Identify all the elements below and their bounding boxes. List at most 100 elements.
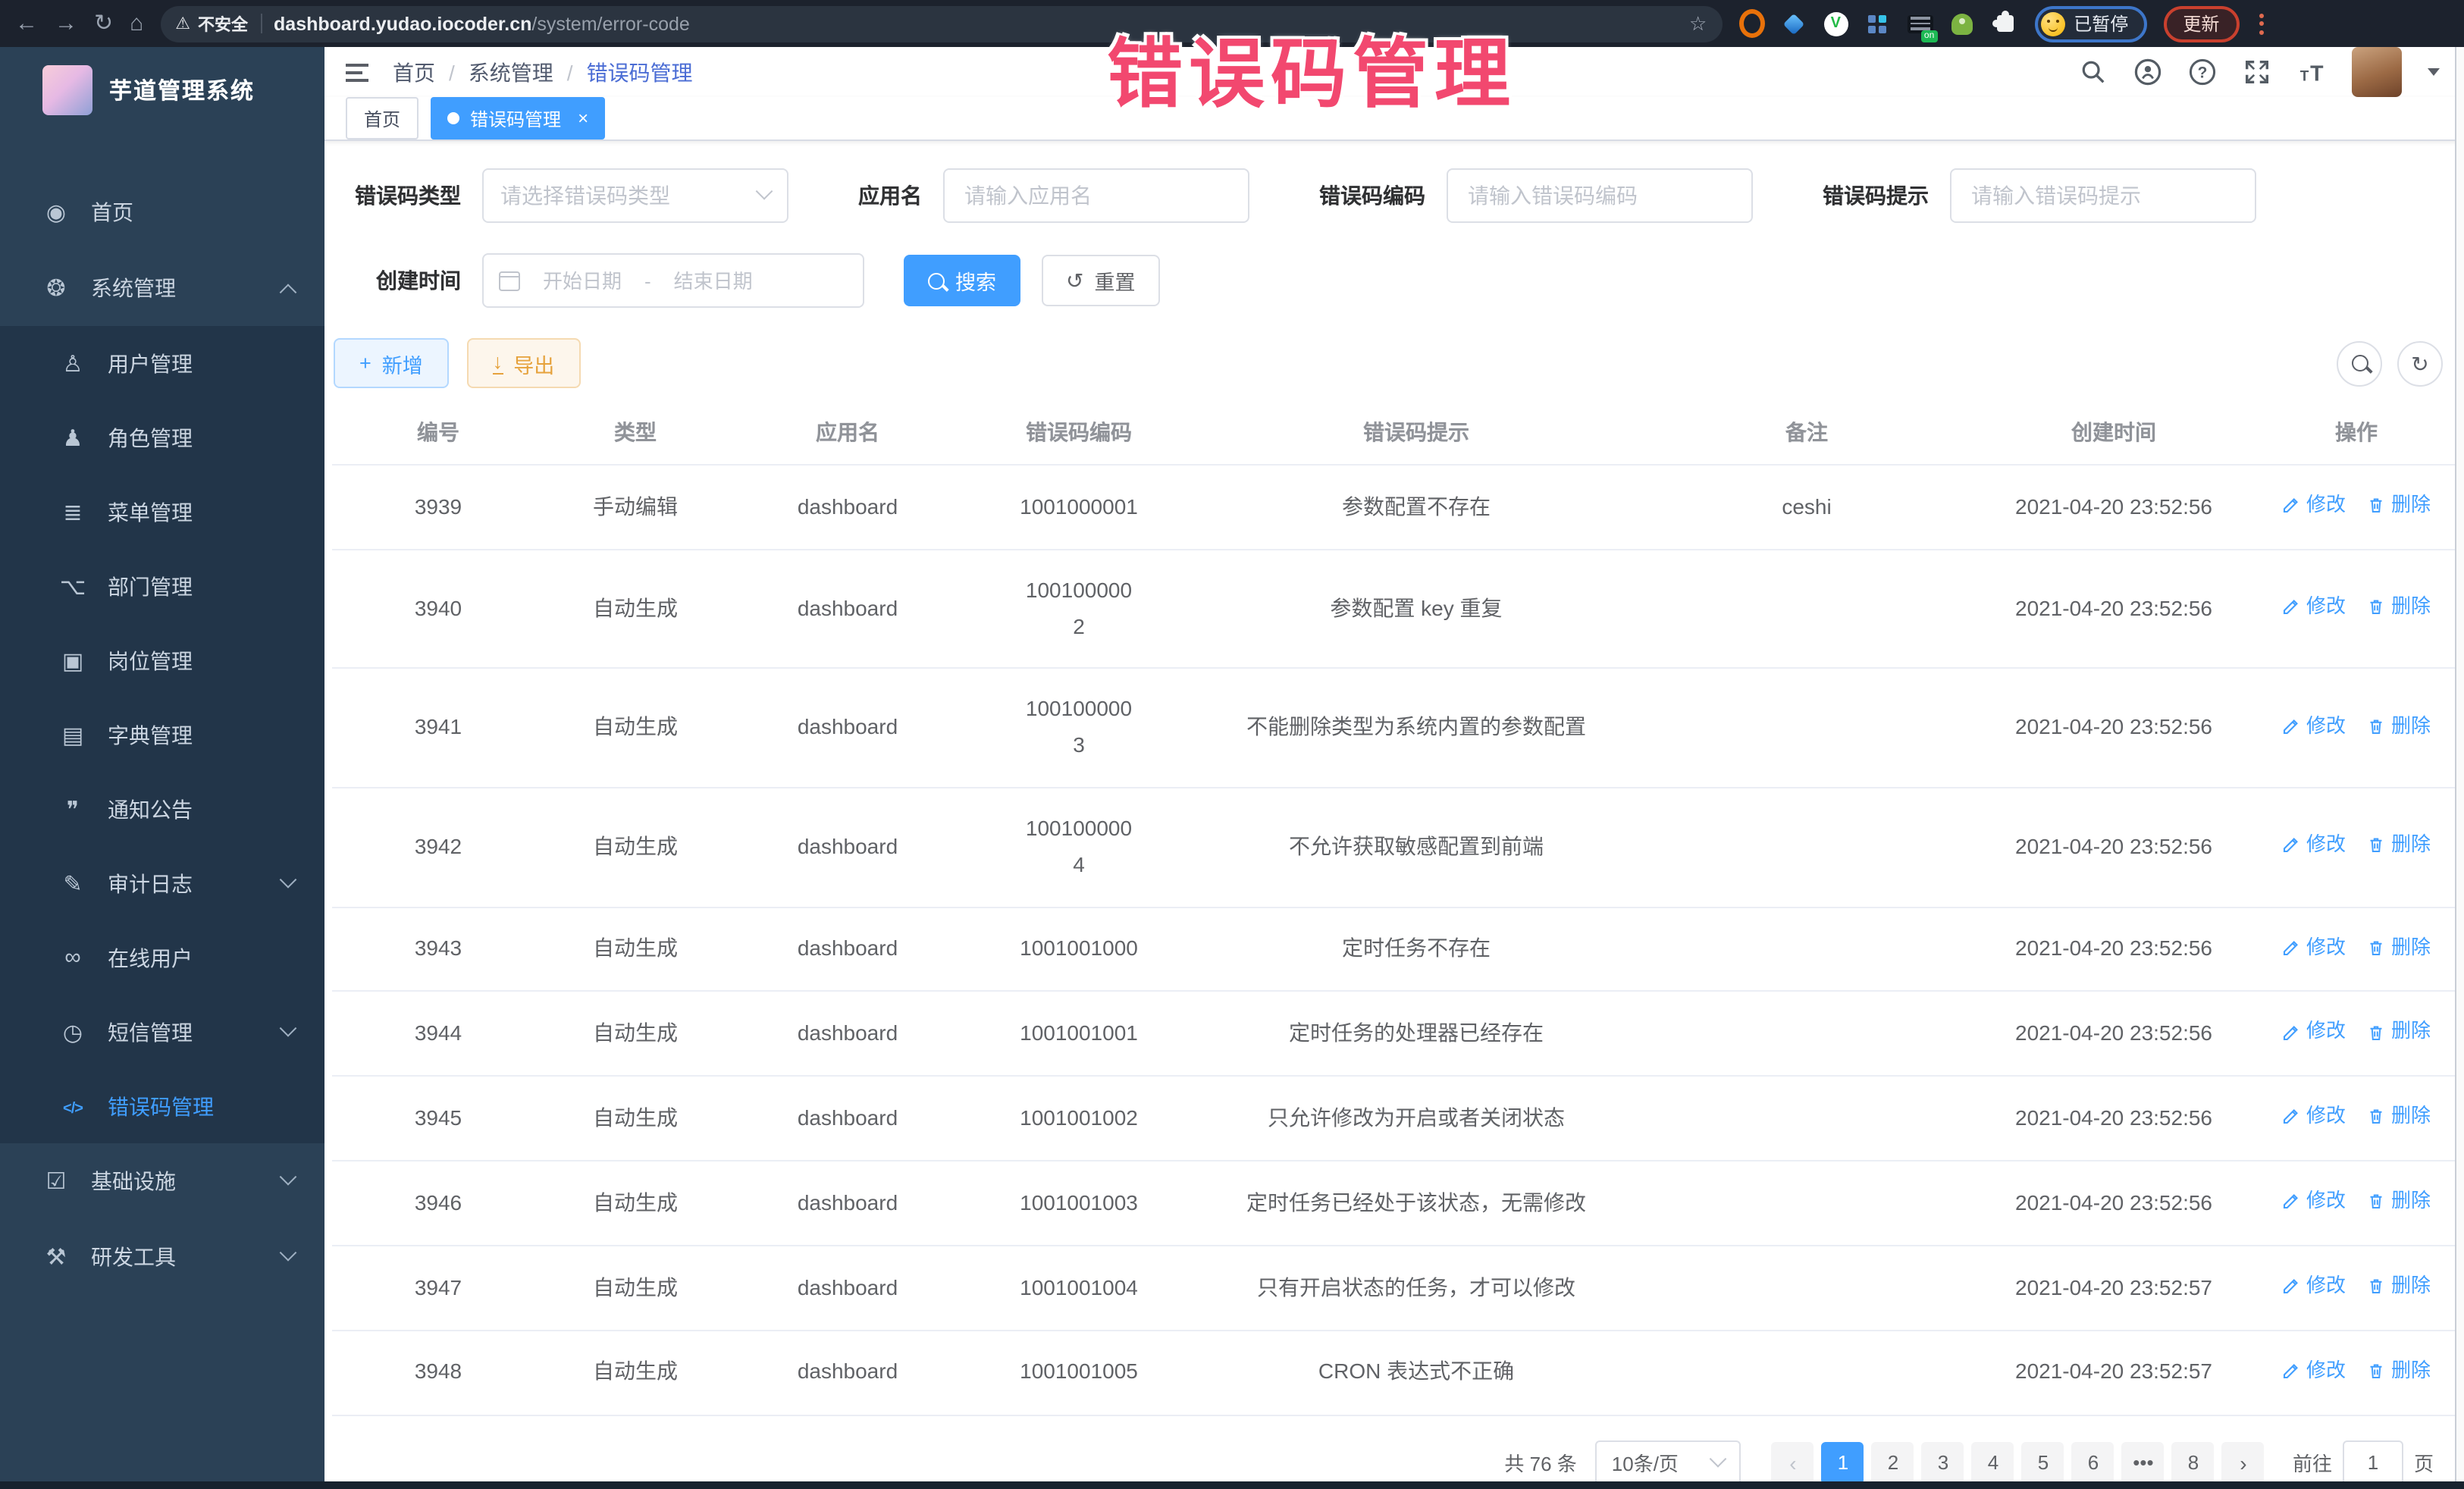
page-number-button[interactable]: 2 [1872, 1441, 1914, 1484]
edit-link[interactable]: 修改 [2282, 590, 2346, 623]
home-icon[interactable]: ⌂ [130, 12, 143, 35]
app-name-input[interactable] [961, 182, 1231, 209]
end-date-input[interactable] [663, 268, 763, 293]
user-avatar[interactable] [2352, 47, 2402, 97]
sidebar-item[interactable]: 通知公告 [0, 772, 324, 846]
breadcrumb-home[interactable]: 首页 [393, 57, 435, 87]
prev-page-button[interactable]: ‹ [1772, 1441, 1814, 1484]
dict-icon [58, 721, 88, 748]
delete-link[interactable]: 删除 [2367, 1354, 2431, 1387]
refresh-table-button[interactable]: ↻ [2397, 340, 2443, 386]
date-range-picker[interactable]: - [482, 253, 864, 308]
sidebar-item[interactable]: 角色管理 [0, 400, 324, 475]
goto-page-input[interactable] [2343, 1440, 2403, 1485]
sidebar-item[interactable]: 在线用户 [0, 920, 324, 995]
sidebar-item[interactable]: 短信管理 [0, 995, 324, 1069]
forward-icon[interactable]: → [55, 12, 77, 35]
page-number-button[interactable]: 3 [1922, 1441, 1964, 1484]
search-icon[interactable] [2079, 58, 2108, 86]
delete-link[interactable]: 删除 [2367, 1184, 2431, 1218]
error-code-field[interactable] [1447, 168, 1753, 223]
cell-app: dashboard [726, 1161, 969, 1246]
app-name-field[interactable] [943, 168, 1249, 223]
sidebar-item[interactable]: 错误码管理 [0, 1069, 324, 1143]
edit-link[interactable]: 修改 [2282, 1354, 2346, 1387]
cell-type: 自动生成 [544, 1077, 726, 1161]
vue-devtools-icon[interactable]: V [1823, 11, 1848, 36]
extension-icon[interactable] [1949, 11, 1975, 36]
delete-link[interactable]: 删除 [2367, 590, 2431, 623]
tab-error-code[interactable]: 错误码管理 × [431, 97, 605, 139]
extension-icon[interactable] [1781, 11, 1807, 36]
sidebar-item[interactable]: 部门管理 [0, 549, 324, 623]
page-number-button[interactable]: ••• [2122, 1441, 2165, 1484]
profile-paused-badge[interactable]: 已暂停 [2034, 5, 2146, 42]
extension-icon[interactable] [1738, 11, 1764, 36]
edit-link[interactable]: 修改 [2282, 930, 2346, 964]
page-number-button[interactable]: 4 [1972, 1441, 2014, 1484]
font-size-icon[interactable]: TT [2297, 58, 2326, 86]
caret-down-icon[interactable] [2428, 68, 2440, 76]
extension-icon[interactable]: on [1907, 11, 1933, 36]
edit-link[interactable]: 修改 [2282, 1015, 2346, 1049]
delete-link[interactable]: 删除 [2367, 930, 2431, 964]
error-msg-input[interactable] [1968, 182, 2238, 209]
start-date-input[interactable] [532, 268, 632, 293]
sidebar-item[interactable]: 字典管理 [0, 697, 324, 772]
error-type-select[interactable]: 请选择错误码类型 [482, 168, 788, 223]
page-number-button[interactable]: 5 [2022, 1441, 2064, 1484]
browser-menu-icon[interactable] [2259, 13, 2263, 34]
collapse-sidebar-icon[interactable] [346, 63, 368, 81]
reload-icon[interactable]: ↻ [94, 12, 113, 35]
page-number-button[interactable]: 8 [2172, 1441, 2215, 1484]
cell-time: 2021-04-20 23:52:56 [1970, 788, 2258, 907]
export-button[interactable]: ↓ 导出 [467, 338, 581, 388]
sidebar-item-label: 菜单管理 [108, 497, 193, 527]
close-icon[interactable]: × [578, 108, 588, 129]
sidebar-item[interactable]: 研发工具 [0, 1219, 324, 1295]
page-number-button[interactable]: 1 [1822, 1441, 1864, 1484]
edit-link[interactable]: 修改 [2282, 1269, 2346, 1302]
help-icon[interactable]: ? [2188, 58, 2217, 86]
edit-link[interactable]: 修改 [2282, 710, 2346, 743]
breadcrumb-system[interactable]: 系统管理 [469, 57, 553, 87]
search-button[interactable]: 搜索 [904, 255, 1020, 306]
sidebar-item[interactable]: 首页 [0, 174, 324, 250]
url-path: /system/error-code [531, 13, 689, 34]
delete-link[interactable]: 删除 [2367, 710, 2431, 743]
sidebar-item[interactable]: 菜单管理 [0, 475, 324, 549]
error-code-input[interactable] [1465, 182, 1735, 209]
delete-link[interactable]: 删除 [2367, 1269, 2431, 1302]
delete-link[interactable]: 删除 [2367, 1015, 2431, 1049]
sidebar-item[interactable]: 基础设施 [0, 1143, 324, 1219]
scrollbar[interactable] [2455, 47, 2464, 1481]
add-button[interactable]: + 新增 [334, 338, 449, 388]
next-page-button[interactable]: › [2222, 1441, 2265, 1484]
extension-icon[interactable] [1864, 11, 1890, 36]
edit-link[interactable]: 修改 [2282, 829, 2346, 862]
sidebar-item[interactable]: 系统管理 [0, 250, 324, 326]
error-msg-field[interactable] [1950, 168, 2256, 223]
edit-link[interactable]: 修改 [2282, 488, 2346, 522]
sidebar-item[interactable]: 用户管理 [0, 326, 324, 400]
edit-link[interactable]: 修改 [2282, 1184, 2346, 1218]
tab-home[interactable]: 首页 [346, 97, 419, 139]
page-size-select[interactable]: 10条/页 [1595, 1440, 1741, 1485]
edit-link[interactable]: 修改 [2282, 1100, 2346, 1133]
fullscreen-icon[interactable] [2243, 58, 2271, 86]
sidebar-item[interactable]: 审计日志 [0, 846, 324, 920]
delete-link[interactable]: 删除 [2367, 829, 2431, 862]
back-icon[interactable]: ← [15, 12, 38, 35]
app-logo-row[interactable]: 芋道管理系统 [0, 47, 324, 132]
show-search-button[interactable] [2337, 340, 2382, 386]
page-number-button[interactable]: 6 [2072, 1441, 2114, 1484]
browser-update-button[interactable]: 更新 [2163, 5, 2239, 42]
sidebar-item[interactable]: 岗位管理 [0, 623, 324, 697]
delete-link[interactable]: 删除 [2367, 1100, 2431, 1133]
github-icon[interactable] [2133, 58, 2162, 86]
delete-link[interactable]: 删除 [2367, 488, 2431, 522]
reset-button[interactable]: ↺ 重置 [1042, 255, 1159, 306]
not-secure-warning[interactable]: ⚠ 不安全 [175, 11, 248, 36]
bookmark-star-icon[interactable]: ☆ [1689, 11, 1707, 36]
extensions-puzzle-icon[interactable] [1992, 11, 2017, 36]
